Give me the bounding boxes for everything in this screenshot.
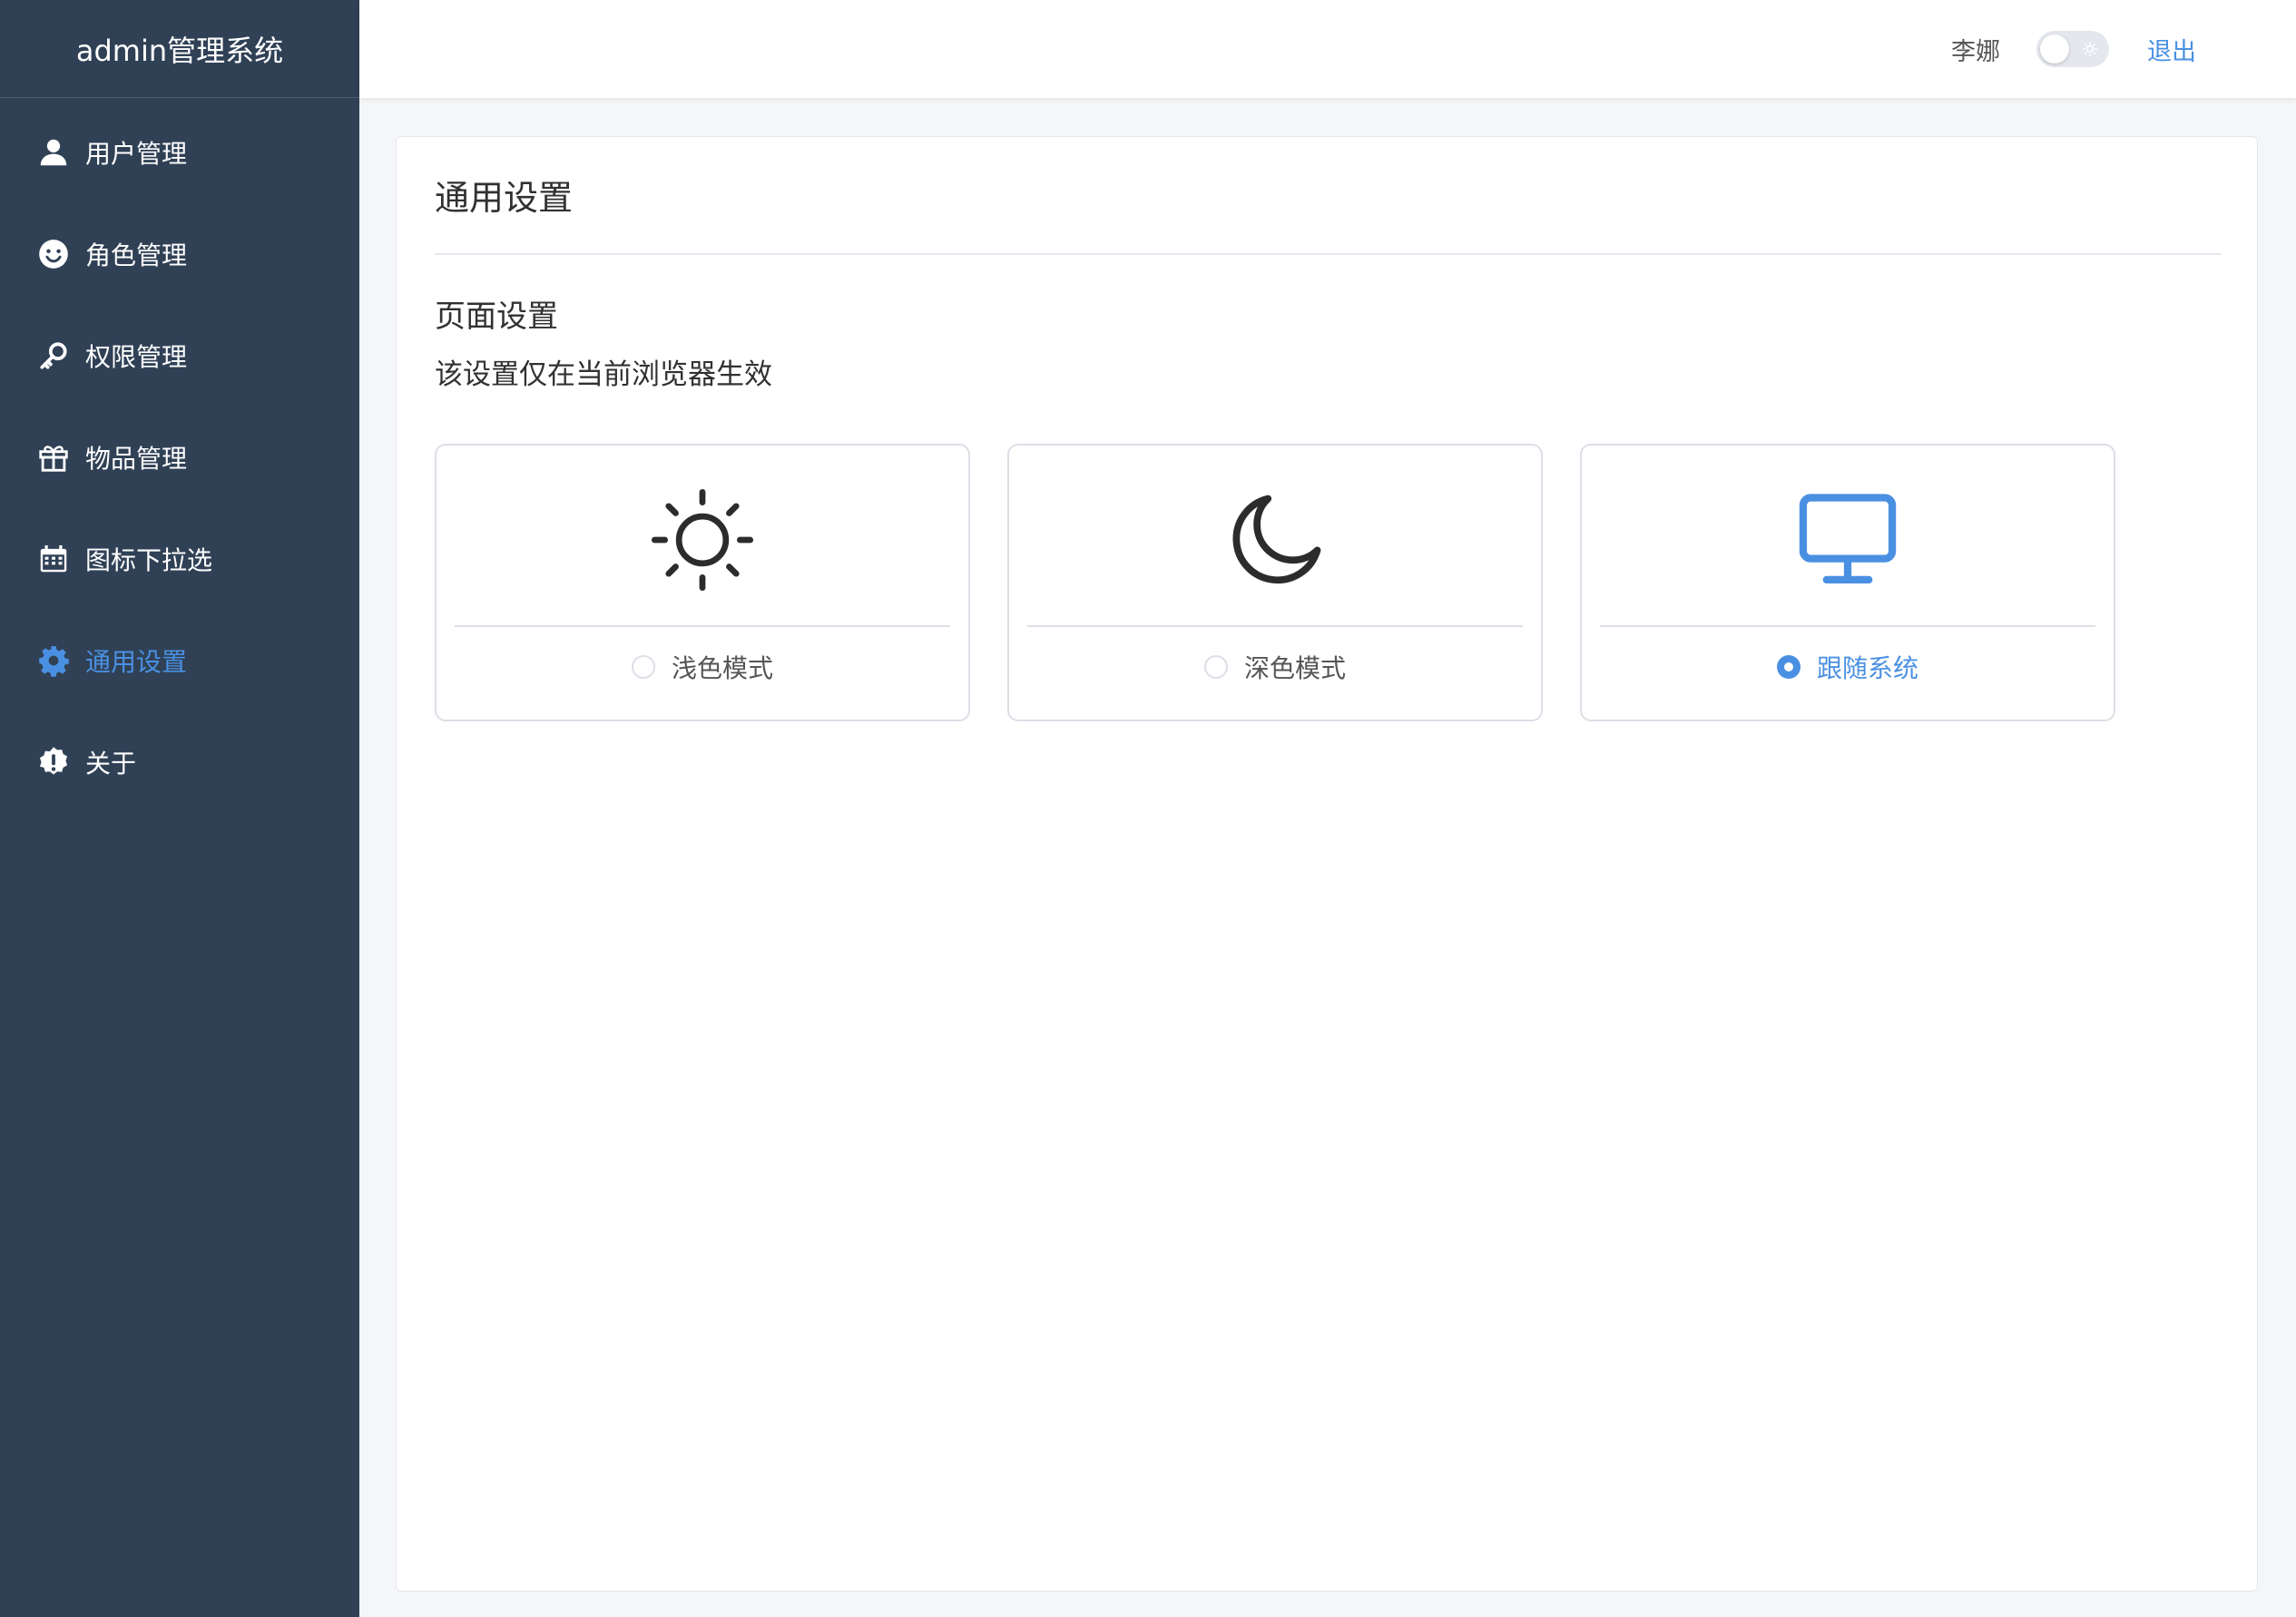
sidebar-item-label: 关于 — [85, 749, 137, 779]
option-label: 浅色模式 — [671, 653, 773, 683]
radio-dark[interactable] — [1203, 655, 1228, 679]
sun-icon — [651, 488, 754, 592]
monitor-icon — [1799, 494, 1897, 584]
section-title: 页面设置 — [435, 299, 558, 335]
option-label: 深色模式 — [1243, 653, 1346, 683]
logout-link[interactable]: 退出 — [2147, 32, 2196, 67]
gift-icon — [36, 440, 71, 475]
sidebar-item-goods-management[interactable]: 物品管理 — [0, 407, 359, 508]
divider — [455, 625, 950, 627]
sidebar-item-icon-select[interactable]: 图标下拉选 — [0, 508, 359, 610]
theme-option-light[interactable]: 浅色模式 — [435, 444, 970, 721]
app-title: admin管理系统 — [0, 0, 359, 98]
calendar-icon — [36, 542, 71, 576]
sidebar-item-label: 角色管理 — [85, 240, 188, 270]
sidebar-item-label: 物品管理 — [85, 444, 188, 474]
divider — [1027, 625, 1523, 627]
theme-option-dark[interactable]: 深色模式 — [1007, 444, 1543, 721]
sidebar-item-label: 图标下拉选 — [85, 545, 213, 575]
settings-card: 通用设置 页面设置 该设置仅在当前浏览器生效 浅色模式 深色模式 跟随系统 — [396, 136, 2258, 1592]
sidebar: admin管理系统 用户管理 角色管理 权限管理 物品管理 图标下拉选 通用设置… — [0, 0, 359, 1617]
sidebar-item-label: 通用设置 — [85, 647, 188, 677]
radio-light[interactable] — [631, 655, 655, 679]
moon-icon — [1232, 495, 1321, 584]
divider — [1600, 625, 2095, 627]
gear-icon — [36, 643, 71, 678]
sidebar-item-about[interactable]: 关于 — [0, 711, 359, 813]
page-title: 通用设置 — [435, 178, 574, 218]
sidebar-item-general-settings[interactable]: 通用设置 — [0, 610, 359, 711]
toggle-knob — [2040, 34, 2069, 64]
sidebar-item-label: 权限管理 — [85, 342, 188, 372]
header: 李娜 退出 — [359, 0, 2296, 98]
sidebar-item-user-management[interactable]: 用户管理 — [0, 102, 359, 203]
radio-system[interactable] — [1776, 655, 1800, 679]
key-icon — [36, 338, 71, 373]
divider — [435, 253, 2221, 255]
section-description: 该设置仅在当前浏览器生效 — [435, 358, 772, 391]
sidebar-item-label: 用户管理 — [85, 139, 188, 169]
sun-icon — [2082, 41, 2098, 57]
option-label: 跟随系统 — [1816, 653, 1918, 683]
theme-toggle-switch[interactable] — [2036, 31, 2109, 67]
info-badge-icon — [36, 745, 71, 779]
theme-option-system[interactable]: 跟随系统 — [1580, 444, 2115, 721]
user-icon — [36, 135, 71, 170]
smile-icon — [36, 237, 71, 271]
sidebar-item-role-management[interactable]: 角色管理 — [0, 203, 359, 305]
sidebar-menu: 用户管理 角色管理 权限管理 物品管理 图标下拉选 通用设置 关于 — [0, 98, 359, 813]
sidebar-item-permission-management[interactable]: 权限管理 — [0, 305, 359, 407]
username: 李娜 — [1951, 37, 2000, 66]
